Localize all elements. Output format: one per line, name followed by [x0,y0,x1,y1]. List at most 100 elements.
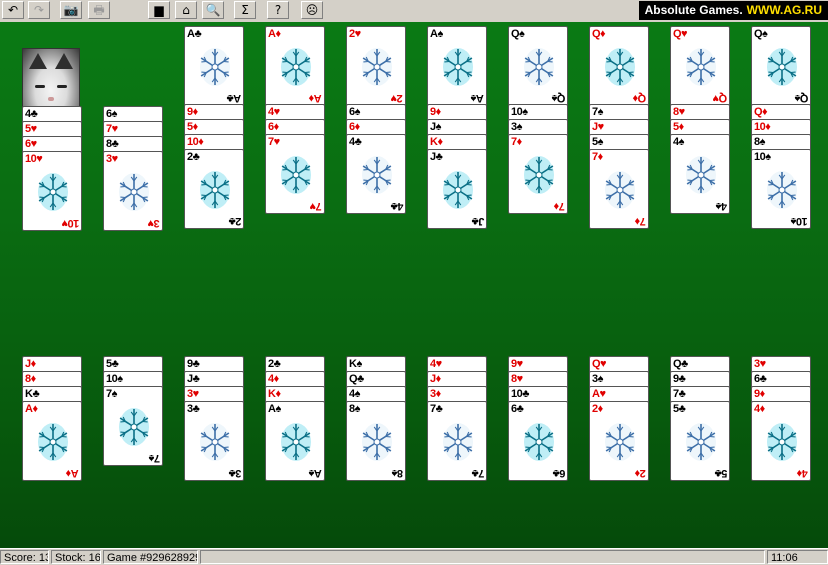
clock: 11:06 [767,550,828,564]
card-rank-suit: 10♣ [511,387,529,401]
card-rank-suit: 7♣ [430,402,442,416]
card-rank-suit: 8♥ [673,105,685,119]
card-corner-bottom: Q♦ [633,92,646,104]
card-rank-suit: 3♠ [592,372,603,386]
smiley-button[interactable]: ☹ [301,1,323,19]
card-rank-suit: 9♦ [430,105,441,119]
playing-card[interactable]: 4♦4♦ [751,401,811,481]
playing-card[interactable]: A♣A♣ [184,26,244,106]
card-corner-bottom: 5♣ [715,467,727,479]
card-rank-suit: 7♠ [592,105,603,119]
card-rank-suit: Q♥ [592,357,606,371]
card-rank-suit: 2♦ [592,402,603,416]
card-rank-suit: 9♥ [511,357,523,371]
snowflake-art [195,44,235,90]
undo-button[interactable]: ↶ [2,1,24,19]
card-rank-suit: 3♣ [187,402,199,416]
card-rank-suit: 5♠ [592,135,603,149]
brand-banner[interactable]: Absolute Games. WWW.AG.RU [639,1,828,20]
snowflake-art [762,419,802,465]
playing-card[interactable]: 7♥7♥ [265,134,325,214]
snowflake-art [438,44,478,90]
card-rank-suit: 10♠ [106,372,123,386]
playing-card[interactable]: 3♣ 3♣ [184,401,244,481]
playing-card[interactable]: 7♦7♦ [508,134,568,214]
playing-card[interactable]: 2♥2♥ [346,26,406,106]
card-rank-suit: A♠ [268,402,281,416]
snowflake-art [519,419,559,465]
card-corner-bottom: 2♣ [229,215,241,227]
snowflake-art [519,44,559,90]
playing-card[interactable]: A♦A♦ [265,26,325,106]
search-button[interactable]: 🔍 [202,1,224,19]
card-rank-suit: 5♣ [106,357,118,371]
card-corner-bottom: 7♠ [149,452,160,464]
card-corner-bottom: 2♦ [635,467,646,479]
snowflake-art [195,167,235,213]
playing-card[interactable]: 2♣ 2♣ [184,149,244,229]
statistics-button[interactable]: Σ [234,1,256,19]
snowflake-art [600,44,640,90]
card-corner-bottom: 3♣ [229,467,241,479]
printer-button[interactable]: 🖶 [88,1,110,19]
playing-card[interactable]: 4♠4♠ [670,134,730,214]
card-rank-suit: 6♦ [268,120,279,134]
playing-card[interactable]: 7♦7♦ [589,149,649,229]
card-rank-suit: 4♦ [268,372,279,386]
snowflake-art [519,152,559,198]
card-corner-bottom: Q♠ [552,92,565,104]
playing-card[interactable]: A♦A♦ [22,401,82,481]
card-rank-suit: A♠ [430,27,443,41]
playing-card[interactable]: 10♠10♠ [751,149,811,229]
playing-card[interactable]: 5♣5♣ [670,401,730,481]
card-rank-suit: 3♦ [430,387,441,401]
snowflake-art [33,169,73,215]
playing-card[interactable]: 6♣6♣ [508,401,568,481]
card-rank-suit: 9♣ [673,372,685,386]
card-corner-bottom: 7♣ [472,467,484,479]
card-rank-suit: A♣ [187,27,201,41]
playing-card[interactable]: A♠ A♠ [427,26,487,106]
playing-card[interactable]: 10♥10♥ [22,151,82,231]
playing-card[interactable]: 4♣4♣ [346,134,406,214]
card-rank-suit: 10♦ [754,120,770,134]
card-rank-suit: Q♣ [349,372,364,386]
card-rank-suit: J♥ [592,120,604,134]
redo-button[interactable]: ↷ [28,1,50,19]
snowflake-art [438,167,478,213]
playing-card[interactable]: J♣J♣ [427,149,487,229]
card-rank-suit: 4♦ [754,402,765,416]
playing-card[interactable]: Q♠Q♠ [751,26,811,106]
card-rank-suit: 3♥ [106,152,118,166]
card-rank-suit: 7♥ [106,122,118,136]
playing-card[interactable]: Q♥Q♥ [670,26,730,106]
card-corner-bottom: Q♥ [713,92,727,104]
brand-url[interactable]: WWW.AG.RU [747,3,822,17]
status-message [200,550,765,564]
home-button[interactable]: ⌂ [175,1,197,19]
playing-card[interactable]: 7♠7♠ [103,386,163,466]
deck-button[interactable]: ▆ [148,1,170,19]
card-rank-suit: A♥ [592,387,605,401]
card-rank-suit: 2♣ [187,150,199,164]
card-rank-suit: K♣ [25,387,39,401]
status-bar: Score: 13 Stock: 16 Game #929628929 11:0… [0,548,828,565]
card-corner-bottom: 7♦ [635,215,646,227]
card-corner-bottom: Q♠ [795,92,808,104]
snowflake-art [33,419,73,465]
playing-card[interactable]: 3♥ 3♥ [103,151,163,231]
card-rank-suit: 10♥ [25,152,42,166]
help-button[interactable]: ? [267,1,289,19]
playing-card[interactable]: 8♠8♠ [346,401,406,481]
playing-card[interactable]: Q♦Q♦ [589,26,649,106]
card-rank-suit: 8♠ [349,402,360,416]
playing-card[interactable]: A♠A♠ [265,401,325,481]
card-corner-bottom: 3♥ [148,217,160,229]
card-rank-suit: J♠ [430,120,441,134]
playing-card[interactable]: Q♠Q♠ [508,26,568,106]
brand-name: Absolute Games. [645,3,743,17]
playing-card[interactable]: 2♦ 2♦ [589,401,649,481]
playing-card[interactable]: 7♣ 7♣ [427,401,487,481]
card-corner-bottom: A♠ [471,92,484,104]
camera-button[interactable]: 📷 [60,1,82,19]
